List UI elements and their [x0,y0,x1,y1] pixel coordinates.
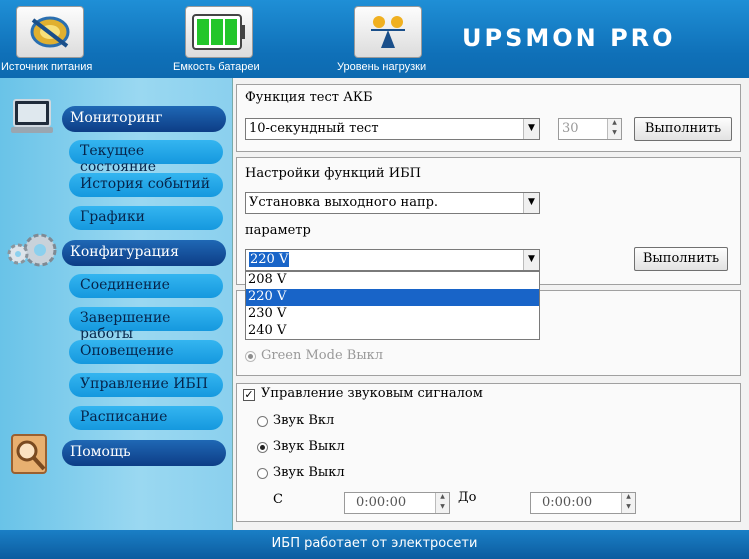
to-time-value: 0:00:00 [542,495,593,510]
nav-connection[interactable]: Соединение [69,274,223,298]
monitor-icon [11,99,53,133]
spin-up-icon[interactable]: ▲ [608,119,621,129]
battery-icon [192,14,245,50]
sound-scheduled-radio[interactable] [257,468,268,479]
spin-down-icon[interactable]: ▼ [608,129,621,139]
load-level-button[interactable] [354,6,422,58]
nav-configuration[interactable]: Конфигурация [62,240,226,266]
help-magnifier-icon [11,434,47,474]
chevron-down-icon[interactable]: ▼ [523,250,539,270]
nav-schedule[interactable]: Расписание [69,406,223,430]
sound-off-label: Звук Выкл [273,439,345,454]
battery-test-title: Функция тест АКБ [245,90,373,105]
status-bar: ИБП работает от электросети [0,530,749,559]
spinner-buttons[interactable]: ▲ ▼ [435,493,449,513]
status-text: ИБП работает от электросети [271,536,478,551]
test-duration-value: 30 [562,121,579,136]
chevron-down-icon[interactable]: ▼ [523,193,539,213]
nav-current-status[interactable]: Текущее состояние [69,140,223,175]
ups-settings-run-button[interactable]: Выполнить [634,247,728,271]
spin-down-icon[interactable]: ▼ [436,503,449,513]
sound-on-radio[interactable] [257,416,268,427]
from-time-value: 0:00:00 [356,495,407,510]
ups-settings-title: Настройки функций ИБП [245,166,421,181]
sound-control-checkbox[interactable]: ✓ [243,389,255,401]
dropdown-option[interactable]: 208 V [246,272,539,289]
load-level-icon [371,16,405,48]
ups-function-value: Установка выходного напр. [249,195,439,210]
green-mode-off-label: Green Mode Выкл [261,348,384,363]
from-time-input[interactable]: 0:00:00 ▲ ▼ [344,492,450,514]
spinner-buttons[interactable]: ▲ ▼ [607,119,621,139]
spin-up-icon[interactable]: ▲ [622,493,635,503]
spinner-buttons[interactable]: ▲ ▼ [621,493,635,513]
battery-test-run-button[interactable]: Выполнить [634,117,732,141]
parameter-value: 220 V [249,252,290,267]
app-logo: UPSMON PRO [462,24,676,52]
from-time-label: С [273,492,283,507]
green-mode-off-radio[interactable] [245,351,256,362]
nav-monitoring[interactable]: Мониторинг [62,106,226,132]
parameter-select[interactable]: 220 V ▼ [245,249,540,271]
dropdown-option-selected[interactable]: 220 V [246,289,539,306]
gears-icon [7,233,57,267]
header-bar: Источник питания Емкость батареи Уровень… [0,0,749,78]
to-time-input[interactable]: 0:00:00 ▲ ▼ [530,492,636,514]
ups-function-select[interactable]: Установка выходного напр. ▼ [245,192,540,214]
battery-capacity-button[interactable] [185,6,253,58]
nav-help[interactable]: Помощь [62,440,226,466]
parameter-label: параметр [245,223,311,238]
nav-event-history[interactable]: История событий [69,173,223,197]
power-source-label: Источник питания [1,61,93,73]
sound-on-label: Звук Вкл [273,413,335,428]
spin-up-icon[interactable]: ▲ [436,493,449,503]
load-level-label: Уровень нагрузки [337,61,427,73]
sidebar: Мониторинг Текущее состояние История соб… [0,78,232,530]
nav-shutdown[interactable]: Завершение работы [69,307,223,342]
sound-control-title: Управление звуковым сигналом [261,386,483,401]
power-source-icon [30,16,70,48]
battery-capacity-label: Емкость батареи [173,61,260,73]
sound-off-radio[interactable] [257,442,268,453]
dropdown-option[interactable]: 230 V [246,306,539,323]
dropdown-option[interactable]: 240 V [246,323,539,340]
nav-ups-control[interactable]: Управление ИБП [69,373,223,397]
battery-test-select[interactable]: 10-секундный тест ▼ [245,118,540,140]
spin-down-icon[interactable]: ▼ [622,503,635,513]
chevron-down-icon[interactable]: ▼ [523,119,539,139]
nav-graphs[interactable]: Графики [69,206,223,230]
test-duration-spinner[interactable]: 30 ▲ ▼ [558,118,622,140]
power-source-button[interactable] [16,6,84,58]
battery-test-value: 10-секундный тест [249,121,379,136]
to-time-label: До [458,490,477,505]
parameter-dropdown-list[interactable]: 208 V 220 V 230 V 240 V [245,271,540,340]
sound-scheduled-label: Звук Выкл [273,465,345,480]
nav-notification[interactable]: Оповещение [69,340,223,364]
